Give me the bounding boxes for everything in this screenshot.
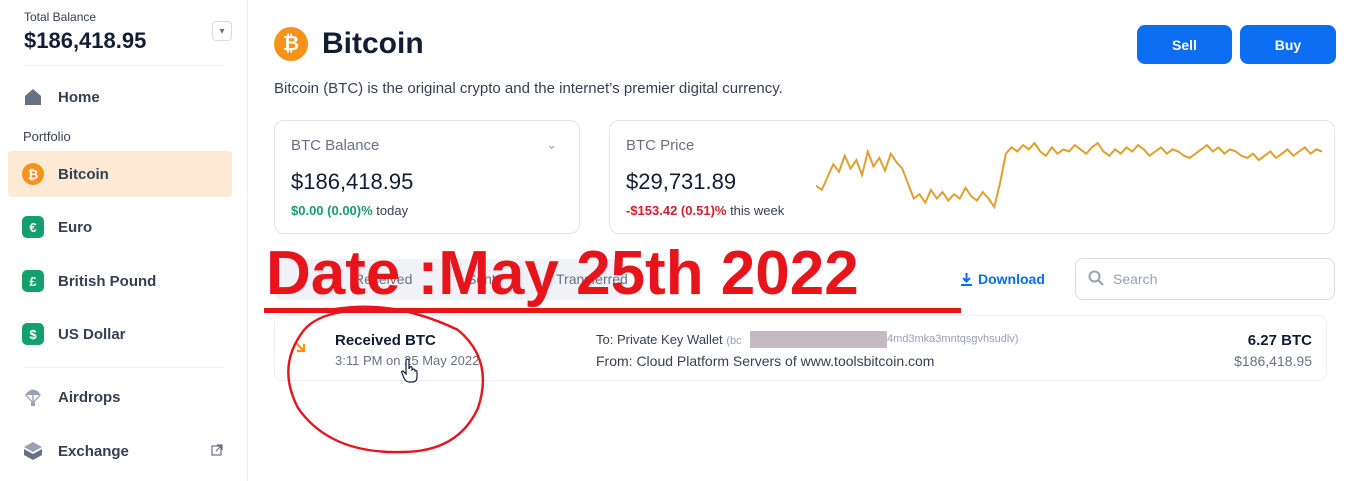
change-amount: -$153.42 (0.51)% (626, 203, 727, 218)
sidebar-item-euro[interactable]: € Euro (8, 204, 232, 250)
transaction-amount: 6.27 BTC (1247, 332, 1312, 349)
exchange-icon (22, 440, 44, 462)
portfolio-heading: Portfolio (23, 129, 71, 144)
sparkline-line (816, 141, 1322, 210)
price-value: $29,731.89 (626, 169, 737, 194)
change-amount: $0.00 (0.00)% (291, 203, 373, 218)
buy-button[interactable]: Buy (1240, 25, 1336, 64)
sidebar-item-label: British Pound (58, 272, 157, 290)
change-period: today (372, 203, 409, 218)
page-title: Bitcoin (322, 27, 424, 60)
transaction-from: From: Cloud Platform Servers of www.tool… (596, 353, 935, 369)
btc-price-card[interactable]: BTC Price $29,731.89 -$153.42 (0.51)% th… (609, 120, 1335, 234)
price-sparkline (816, 141, 1322, 210)
change-period: this week (726, 203, 785, 218)
chevron-down-icon[interactable]: ▾ (212, 21, 232, 41)
search-icon (1088, 270, 1104, 286)
sidebar-item-label: Euro (58, 218, 93, 236)
divider (24, 367, 224, 368)
app: Total Balance $186,418.95 ▾ Home Portfol… (0, 0, 1363, 481)
to-label: To: Private Key Wallet (596, 332, 723, 347)
sidebar: Total Balance $186,418.95 ▾ Home Portfol… (0, 0, 248, 481)
sidebar-item-label: Home (58, 88, 100, 106)
external-link-icon[interactable] (211, 444, 223, 459)
pound-icon: £ (22, 270, 44, 292)
sidebar-item-label: Bitcoin (58, 165, 109, 183)
bitcoin-icon: ₿ (22, 163, 44, 185)
sell-button[interactable]: Sell (1137, 25, 1232, 64)
sidebar-item-bitcoin[interactable]: ₿ Bitcoin (8, 151, 232, 197)
address-end: 4md3mka3mntqsgvhsudlv) (887, 333, 1019, 345)
card-label: BTC Price (626, 137, 695, 154)
chevron-down-icon[interactable]: ⌄ (546, 137, 557, 153)
transaction-to: To: Private Key Wallet (bc (596, 332, 742, 347)
total-balance: Total Balance $186,418.95 (24, 10, 146, 54)
sidebar-item-label: Exchange (58, 442, 129, 460)
search-input[interactable]: Search (1075, 258, 1335, 300)
dollar-icon: $ (22, 323, 44, 345)
download-button[interactable]: Download (960, 271, 1045, 287)
total-balance-label: Total Balance (24, 10, 97, 24)
bitcoin-icon: ₿ (274, 27, 308, 61)
parachute-icon (22, 386, 44, 408)
balance-value: $186,418.95 (291, 169, 414, 194)
sidebar-item-label: Airdrops (58, 388, 121, 406)
redacted-address (750, 331, 887, 348)
address-start: (bc (726, 335, 742, 347)
price-change: -$153.42 (0.51)% this week (626, 203, 784, 218)
search-placeholder: Search (1113, 271, 1158, 287)
total-balance-value: $186,418.95 (24, 28, 147, 53)
coin-description: Bitcoin (BTC) is the original crypto and… (274, 80, 783, 97)
divider (24, 65, 224, 66)
sidebar-item-airdrops[interactable]: Airdrops (8, 374, 232, 420)
card-label: BTC Balance (291, 137, 380, 154)
sidebar-item-british-pound[interactable]: £ British Pound (8, 258, 232, 304)
transaction-fiat: $186,418.95 (1234, 353, 1312, 369)
euro-icon: € (22, 216, 44, 238)
download-label: Download (978, 271, 1045, 287)
date-annotation: Date :May 25th 2022 (266, 239, 859, 308)
download-icon (961, 273, 972, 286)
sidebar-item-home[interactable]: Home (8, 74, 232, 120)
balance-change: $0.00 (0.00)% today (291, 203, 408, 218)
annotation-circle (287, 305, 485, 454)
sidebar-item-label: US Dollar (58, 325, 126, 343)
sidebar-item-exchange[interactable]: Exchange (8, 428, 232, 474)
home-icon (22, 86, 44, 108)
sidebar-item-us-dollar[interactable]: $ US Dollar (8, 311, 232, 357)
btc-balance-card[interactable]: BTC Balance ⌄ $186,418.95 $0.00 (0.00)% … (274, 120, 580, 234)
